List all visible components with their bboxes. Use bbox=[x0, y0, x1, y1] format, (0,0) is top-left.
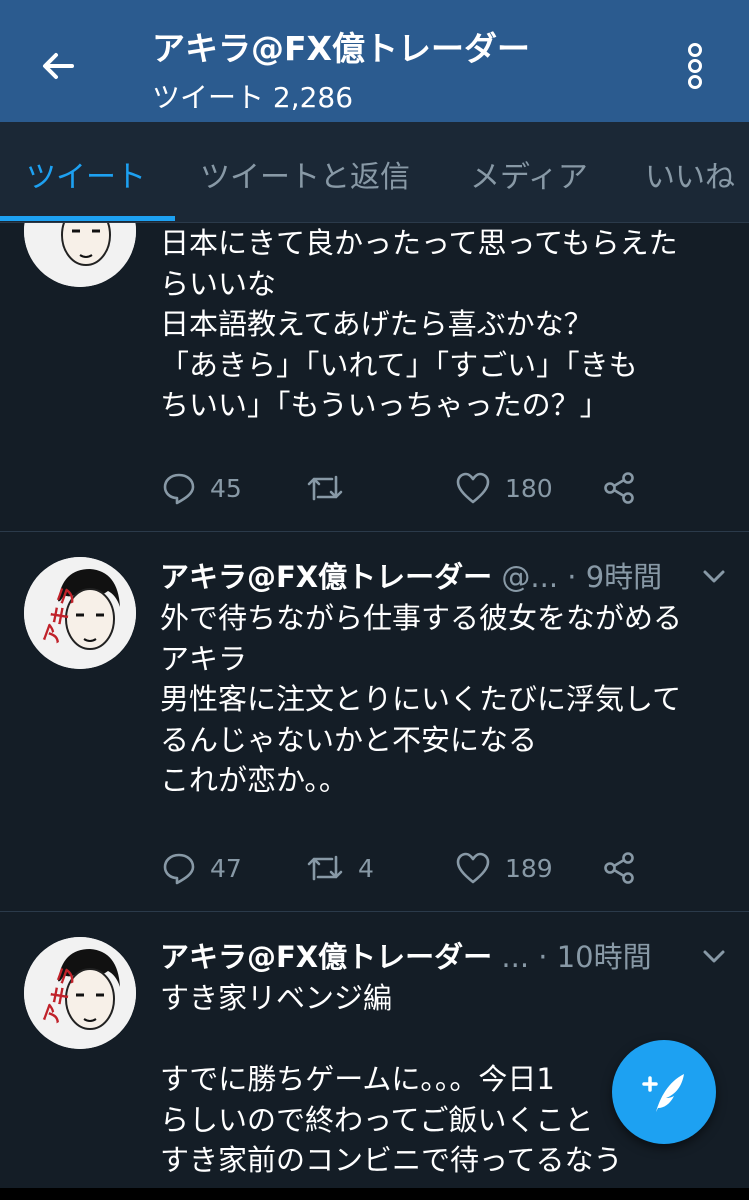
reply-button[interactable]: 47 bbox=[162, 851, 242, 885]
tab-media[interactable]: メディア bbox=[470, 152, 588, 196]
active-tab-indicator bbox=[0, 216, 175, 221]
avatar[interactable]: アキラ bbox=[24, 557, 136, 669]
author-handle: ... bbox=[501, 940, 530, 974]
chevron-down-icon[interactable] bbox=[700, 562, 728, 590]
share-icon bbox=[604, 852, 634, 884]
compose-tweet-icon bbox=[642, 1074, 684, 1112]
tweet-count: ツイート 2,286 bbox=[152, 81, 354, 114]
share-button[interactable] bbox=[602, 471, 636, 505]
tweet-time: · 9時間 bbox=[567, 560, 663, 594]
retweet-icon bbox=[307, 855, 343, 881]
author-name[interactable]: アキラ@FX億トレーダー bbox=[160, 940, 492, 974]
compose-tweet-button[interactable] bbox=[612, 1040, 716, 1144]
tweet-line: すき家リベンジ編 bbox=[160, 981, 393, 1015]
retweet-button[interactable]: 4 bbox=[306, 851, 374, 885]
more-options-button[interactable] bbox=[670, 36, 720, 96]
retweet-icon bbox=[307, 475, 343, 501]
tweet-line: これが恋か。。 bbox=[160, 763, 348, 797]
tab-tweets[interactable]: ツイート bbox=[26, 152, 146, 196]
tweet-line: アキラ bbox=[160, 641, 248, 676]
tweet-line: ちいい」「もういっちゃったの？」 bbox=[160, 388, 609, 422]
like-count: 189 bbox=[505, 853, 553, 883]
tweet-line: 外で待ちながら仕事する彼女をながめる bbox=[160, 601, 683, 635]
more-vertical-icon bbox=[688, 43, 702, 89]
app-bar: アキラ@FX億トレーダー ツイート 2,286 bbox=[0, 0, 749, 122]
tweet-line: るんじゃないかと不安になる bbox=[160, 722, 538, 757]
avatar-illustration: アキラ bbox=[24, 557, 136, 669]
tab-likes[interactable]: いいね bbox=[645, 152, 735, 196]
system-nav-bar bbox=[0, 1188, 749, 1200]
retweet-count: 4 bbox=[358, 853, 374, 883]
tweet-header: アキラ@FX億トレーダー @... · 9時間 bbox=[160, 554, 662, 596]
avatar-illustration: アキラ bbox=[24, 937, 136, 1049]
avatar[interactable]: キラ bbox=[24, 223, 136, 287]
tweet-line: らいいな bbox=[160, 266, 277, 301]
like-count: 180 bbox=[505, 473, 553, 503]
heart-icon bbox=[456, 472, 490, 504]
tweet-line: 「あきら」「いれて」「すごい」「きも bbox=[160, 347, 638, 382]
arrow-left-icon bbox=[43, 53, 74, 79]
reply-icon bbox=[163, 473, 195, 505]
tweet-line: 日本にきて良かったって思ってもらえた bbox=[160, 226, 678, 260]
tweet-item[interactable]: アキラ アキラ@FX億トレーダー @... · 9時間 外で待ちながら仕事する彼… bbox=[0, 532, 749, 912]
tweet-text: 外で待ちながら仕事する彼女をながめる アキラ 男性客に注文とりにいくたびに浮気し… bbox=[160, 598, 735, 801]
retweet-button[interactable] bbox=[306, 471, 358, 505]
like-button[interactable]: 180 bbox=[455, 471, 553, 505]
like-button[interactable]: 189 bbox=[455, 851, 553, 885]
author-name[interactable]: アキラ@FX億トレーダー bbox=[160, 560, 492, 594]
back-button[interactable] bbox=[30, 38, 86, 94]
profile-tabs: ツイート ツイートと返信 メディア いいね bbox=[0, 122, 749, 223]
chevron-down-icon[interactable] bbox=[700, 942, 728, 970]
reply-count: 45 bbox=[210, 473, 242, 503]
author-handle: @... bbox=[501, 560, 559, 594]
reply-button[interactable]: 45 bbox=[162, 471, 242, 505]
tab-tweets-and-replies[interactable]: ツイートと返信 bbox=[200, 152, 410, 196]
tweet-text: 日本にきて良かったって思ってもらえた らいいな 日本語教えてあげたら喜ぶかな？ … bbox=[160, 223, 735, 426]
tweet-item[interactable]: キラ 日本にきて良かったって思ってもらえた らいいな 日本語教えてあげたら喜ぶか… bbox=[0, 223, 749, 531]
reply-count: 47 bbox=[210, 853, 242, 883]
tweet-line: 男性客に注文とりにいくたびに浮気して bbox=[160, 682, 682, 716]
reply-icon bbox=[163, 853, 195, 885]
tweet-time: · 10時間 bbox=[538, 940, 652, 974]
heart-icon bbox=[456, 852, 490, 884]
page-title: アキラ@FX億トレーダー bbox=[152, 29, 530, 68]
share-icon bbox=[604, 472, 634, 504]
tweet-header: アキラ@FX億トレーダー ... · 10時間 bbox=[160, 934, 652, 976]
avatar-illustration: キラ bbox=[24, 223, 136, 287]
avatar[interactable]: アキラ bbox=[24, 937, 136, 1049]
share-button[interactable] bbox=[602, 851, 636, 885]
tweet-line: すき家前のコンビニで待ってるなう bbox=[160, 1143, 623, 1177]
tweet-line: 日本語教えてあげたら喜ぶかな？ bbox=[160, 307, 593, 341]
